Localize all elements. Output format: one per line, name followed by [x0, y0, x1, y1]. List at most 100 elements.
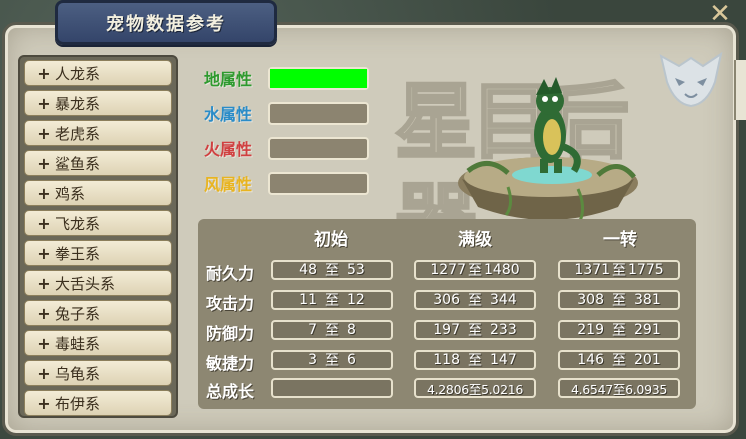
attr-label-water: 水属性 [204, 105, 253, 124]
sidebar-item-label: 乌龟系 [55, 364, 101, 383]
stat-label-stamina: 耐久力 [206, 264, 255, 283]
stat-max: 6 [347, 352, 356, 368]
sidebar-item[interactable]: + 毒蛙系 [24, 330, 172, 356]
stat-separator: 至 [612, 263, 626, 279]
sidebar-item[interactable]: + 暴龙系 [24, 90, 172, 116]
sidebar-item[interactable]: + 鲨鱼系 [24, 150, 172, 176]
sidebar-item[interactable]: + 兔子系 [24, 300, 172, 326]
stat-min: 1277 [430, 262, 466, 278]
stat-separator: 至 [468, 353, 482, 369]
stat-separator: 至 [468, 293, 482, 309]
stat-max: 233 [490, 322, 517, 338]
plus-icon: + [37, 333, 51, 353]
plus-icon: + [37, 393, 51, 413]
stat-cell: 146 至 201 [558, 350, 680, 370]
plus-icon: + [37, 183, 51, 203]
stat-separator: 至 [612, 323, 626, 339]
stat-max: 381 [634, 292, 661, 308]
sidebar-item-label: 大舌头系 [55, 274, 116, 293]
stat-separator: 至 [468, 323, 482, 339]
sidebar-item-label: 暴龙系 [55, 94, 101, 113]
wolf-head-icon [659, 51, 723, 108]
panel-edge-tab [734, 60, 746, 120]
stat-min: 306 [433, 292, 460, 308]
sidebar-item-label: 老虎系 [55, 124, 101, 143]
stat-min: 48 [299, 262, 317, 278]
stat-label-defense: 防御力 [206, 324, 255, 343]
sidebar-item[interactable]: + 老虎系 [24, 120, 172, 146]
stat-max: 147 [490, 352, 517, 368]
stat-min: 118 [433, 352, 460, 368]
sidebar-item-label: 兔子系 [55, 304, 101, 323]
sidebar-item-label: 人龙系 [55, 64, 101, 83]
pet-illustration [458, 77, 638, 222]
stat-separator: 至 [325, 293, 339, 309]
column-header-max-level: 满级 [458, 230, 492, 250]
attr-bar-fire [268, 136, 369, 160]
close-icon[interactable]: ✕ [700, 0, 740, 29]
plus-icon: + [37, 243, 51, 263]
stat-min: 219 [577, 322, 604, 338]
growth-cell-initial [271, 378, 393, 398]
stat-cell: 118 至 147 [414, 350, 536, 370]
plus-icon: + [37, 93, 51, 113]
stat-cell: 197 至 233 [414, 320, 536, 340]
stat-separator: 至 [325, 353, 339, 369]
column-header-rebirth: 一转 [603, 230, 637, 250]
attr-fill-earth [270, 68, 367, 88]
sidebar-item[interactable]: + 乌龟系 [24, 360, 172, 386]
stat-label-attack: 攻击力 [206, 294, 255, 313]
sidebar-item-label: 飞龙系 [55, 214, 101, 233]
attr-label-earth: 地属性 [204, 70, 253, 89]
growth-cell-rebirth: 4.6547至6.0935 [558, 378, 680, 398]
stat-separator: 至 [325, 263, 339, 279]
stats-table: 初始 满级 一转 耐久力 48 至 53 1277 至 1480 1371 至 1775 攻… [198, 219, 696, 409]
stat-max: 53 [347, 262, 365, 278]
stat-min: 3 [308, 352, 317, 368]
attr-bar-water [268, 101, 369, 125]
plus-icon: + [37, 213, 51, 233]
plus-icon: + [37, 303, 51, 323]
stat-label-agility: 敏捷力 [206, 354, 255, 373]
attr-row-water: 水属性 [204, 101, 369, 125]
stat-max: 344 [490, 292, 517, 308]
attr-bar-earth [268, 66, 369, 90]
title-plate: 宠物数据参考 [55, 0, 277, 45]
stat-cell: 219 至 291 [558, 320, 680, 340]
attr-bar-wind [268, 171, 369, 195]
stat-cell: 1371 至 1775 [558, 260, 680, 280]
stat-cell: 308 至 381 [558, 290, 680, 310]
stat-cell: 7至8 [271, 320, 393, 340]
attr-row-wind: 风属性 [204, 171, 369, 195]
plus-icon: + [37, 273, 51, 293]
stat-min: 197 [433, 322, 460, 338]
page-title: 宠物数据参考 [106, 13, 226, 35]
sidebar-item[interactable]: + 鸡系 [24, 180, 172, 206]
stat-max: 12 [347, 292, 365, 308]
stat-min: 308 [577, 292, 604, 308]
sidebar-item-label: 毒蛙系 [55, 334, 101, 353]
stat-min: 11 [299, 292, 317, 308]
stat-max: 1775 [628, 262, 664, 278]
attr-label-wind: 风属性 [204, 175, 253, 194]
sidebar-item[interactable]: + 人龙系 [24, 60, 172, 86]
stat-min: 1371 [574, 262, 610, 278]
plus-icon: + [37, 363, 51, 383]
stat-cell: 48 至 53 [271, 260, 393, 280]
stat-separator: 至 [468, 263, 482, 279]
attr-row-fire: 火属性 [204, 136, 369, 160]
sidebar-item[interactable]: + 大舌头系 [24, 270, 172, 296]
stat-min: 7 [308, 322, 317, 338]
stat-cell: 1277 至 1480 [414, 260, 536, 280]
plus-icon: + [37, 123, 51, 143]
plus-icon: + [37, 153, 51, 173]
pet-category-sidebar: + 人龙系 + 暴龙系 + 老虎系 + 鲨鱼系 + 鸡系 + 飞龙系 + 拳王系 + 大舌头系 … [18, 55, 178, 418]
stat-min: 146 [577, 352, 604, 368]
sidebar-item[interactable]: + 拳王系 [24, 240, 172, 266]
sidebar-item[interactable]: + 布伊系 [24, 390, 172, 416]
growth-cell-max-level: 4.2806至5.0216 [414, 378, 536, 398]
sidebar-item[interactable]: + 飞龙系 [24, 210, 172, 236]
column-header-initial: 初始 [314, 230, 348, 250]
stat-separator: 至 [612, 353, 626, 369]
attr-row-earth: 地属性 [204, 66, 369, 90]
